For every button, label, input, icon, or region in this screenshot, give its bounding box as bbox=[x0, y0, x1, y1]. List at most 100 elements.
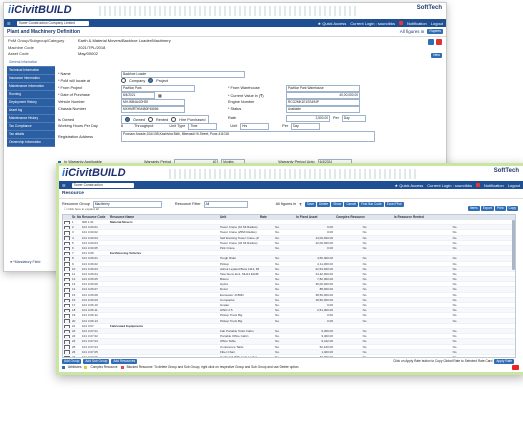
row-checkbox[interactable] bbox=[64, 267, 70, 271]
row-checkbox[interactable] bbox=[64, 293, 70, 297]
row-checkbox[interactable] bbox=[64, 283, 70, 287]
notification-link[interactable]: Notification bbox=[407, 21, 427, 26]
excel-pilot-button[interactable]: Excel Pilot bbox=[384, 201, 404, 207]
radio-owned[interactable] bbox=[125, 117, 130, 122]
row-select[interactable] bbox=[63, 334, 71, 339]
row-checkbox[interactable] bbox=[64, 262, 70, 266]
row-checkbox[interactable] bbox=[64, 246, 70, 251]
notification-badge-icon[interactable] bbox=[398, 21, 403, 25]
save-button[interactable]: Save bbox=[304, 201, 316, 207]
row-select[interactable] bbox=[63, 287, 71, 292]
per-select[interactable]: Day bbox=[341, 115, 366, 122]
row-checkbox[interactable] bbox=[64, 334, 70, 339]
row-select[interactable] bbox=[63, 298, 71, 302]
add-group-button[interactable]: Add Group bbox=[62, 359, 82, 364]
logout-link[interactable]: Logout bbox=[431, 21, 443, 26]
row-select[interactable] bbox=[63, 324, 71, 328]
row-checkbox[interactable] bbox=[64, 257, 70, 261]
row-select[interactable] bbox=[63, 308, 71, 313]
row-select[interactable] bbox=[63, 350, 71, 354]
working-hours-value[interactable]: 8 bbox=[121, 124, 131, 128]
youtube-icon[interactable] bbox=[512, 365, 519, 370]
show-button[interactable]: Show bbox=[331, 201, 344, 207]
row-checkbox[interactable] bbox=[64, 225, 70, 230]
per2-select[interactable]: Day bbox=[291, 123, 321, 130]
cancel-button[interactable]: Cancel bbox=[344, 201, 359, 207]
row-select[interactable] bbox=[63, 272, 71, 277]
copy-button[interactable]: Copy bbox=[506, 206, 518, 211]
row-select[interactable] bbox=[63, 355, 71, 357]
row-checkbox[interactable] bbox=[64, 340, 70, 344]
sidebar-item[interactable]: Tax details bbox=[7, 131, 55, 139]
row-checkbox[interactable] bbox=[64, 324, 70, 328]
row-checkbox[interactable] bbox=[64, 308, 70, 313]
logout-link[interactable]: Logout bbox=[508, 183, 520, 188]
registration-input[interactable]: Poonam Arcade,10A/10B,Kashivira Bldh, Bi… bbox=[121, 131, 375, 142]
row-select[interactable] bbox=[63, 282, 71, 287]
radio-company[interactable] bbox=[121, 78, 126, 83]
notification-badge-icon[interactable] bbox=[475, 183, 480, 187]
row-checkbox[interactable] bbox=[64, 298, 70, 302]
dop-input[interactable]: 8/4/2021 bbox=[121, 92, 155, 99]
row-checkbox[interactable] bbox=[64, 350, 70, 354]
print-button[interactable]: Print bbox=[494, 206, 506, 211]
resource-group-select[interactable]: Machinery bbox=[92, 201, 162, 208]
row-checkbox[interactable] bbox=[64, 288, 70, 292]
add-subgroup-button[interactable]: Add Sub Group bbox=[83, 359, 110, 364]
current-value-input[interactable]: 40,00,000.00 bbox=[286, 92, 360, 99]
row-checkbox[interactable] bbox=[64, 319, 70, 323]
row-checkbox[interactable] bbox=[64, 355, 70, 357]
sidebar-item[interactable]: Ownership Information bbox=[7, 139, 55, 147]
sidebar-item[interactable]: Asset log bbox=[7, 107, 55, 115]
row-select[interactable] bbox=[63, 313, 71, 318]
row-select[interactable] bbox=[63, 241, 71, 245]
row-checkbox[interactable] bbox=[64, 241, 70, 245]
table-row[interactable]: 27 101 3.07.06 Cupboard With Lock Locker No… bbox=[63, 355, 515, 357]
project-select[interactable]: Tower Construction bbox=[71, 182, 134, 188]
radio-hire[interactable] bbox=[171, 117, 177, 122]
row-select[interactable] bbox=[63, 277, 71, 282]
table-scrollbar[interactable] bbox=[512, 220, 515, 270]
notification-link[interactable]: Notification bbox=[484, 183, 504, 188]
row-select[interactable] bbox=[63, 220, 71, 225]
row-select[interactable] bbox=[63, 345, 71, 349]
row-select[interactable] bbox=[63, 230, 71, 235]
sidebar-item[interactable]: Deployment History bbox=[7, 99, 55, 107]
row-checkbox[interactable] bbox=[64, 272, 70, 277]
row-checkbox[interactable] bbox=[64, 314, 70, 318]
engine-input[interactable]: RCG2MK1E1SS494P bbox=[286, 99, 360, 106]
row-select[interactable] bbox=[63, 329, 71, 334]
project-select[interactable]: Tower Construction Company Limited bbox=[16, 20, 89, 26]
vehicle-input[interactable]: MH-WB4A4OH92 bbox=[121, 99, 185, 106]
sidebar-item[interactable]: Maintenance History bbox=[7, 115, 55, 123]
row-select[interactable] bbox=[63, 262, 71, 266]
prev-icon[interactable] bbox=[428, 39, 434, 45]
from-warehouse-select[interactable]: Pavilion Park Warehouse bbox=[286, 85, 360, 92]
row-select[interactable] bbox=[63, 267, 71, 271]
export-button[interactable]: Export bbox=[480, 206, 494, 211]
find-barcode-button[interactable]: Find Bar Code bbox=[359, 201, 384, 207]
quick-access-link[interactable]: ★ Quick Access bbox=[395, 183, 424, 188]
row-checkbox[interactable] bbox=[64, 345, 70, 349]
resource-filter-select[interactable]: All bbox=[203, 201, 248, 208]
figures-unit[interactable]: Rupees bbox=[427, 29, 443, 34]
row-checkbox[interactable] bbox=[64, 329, 70, 334]
row-checkbox[interactable] bbox=[64, 303, 70, 308]
menu-icon[interactable]: ☰ bbox=[62, 183, 66, 188]
menu-icon[interactable]: ☰ bbox=[7, 21, 11, 26]
row-checkbox[interactable] bbox=[64, 220, 70, 225]
row-checkbox[interactable] bbox=[64, 277, 70, 282]
row-select[interactable] bbox=[63, 293, 71, 297]
row-select[interactable] bbox=[63, 256, 71, 261]
sidebar-item-general[interactable]: General Information bbox=[7, 59, 55, 67]
radio-rented[interactable] bbox=[148, 117, 154, 122]
row-checkbox[interactable] bbox=[64, 231, 70, 235]
row-select[interactable] bbox=[63, 339, 71, 344]
row-select[interactable] bbox=[63, 319, 71, 323]
row-select[interactable] bbox=[63, 246, 71, 251]
sidebar-item[interactable]: Running bbox=[7, 91, 55, 99]
apply-rate-button[interactable]: Apply Rate bbox=[494, 359, 514, 364]
row-select[interactable] bbox=[63, 236, 71, 240]
chassis-input[interactable]: MXHMRTHM4B0F45656 bbox=[121, 106, 185, 113]
unit-type-select[interactable]: Time bbox=[188, 123, 218, 130]
